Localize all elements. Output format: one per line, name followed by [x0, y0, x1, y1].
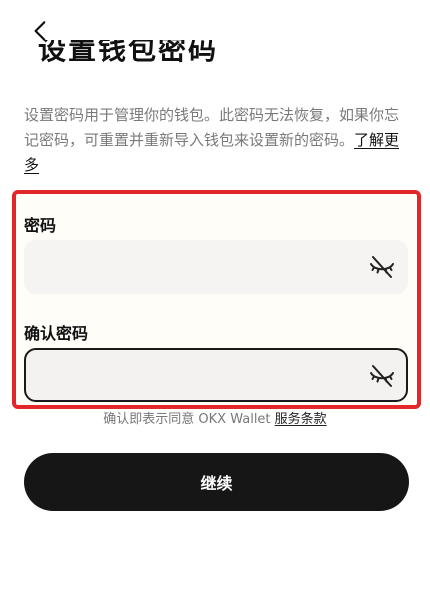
description-text: 设置密码用于管理你的钱包。此密码无法恢复，如果你忘记密码，可重置并重新导入钱包来…	[24, 106, 400, 149]
confirm-password-input[interactable]	[24, 348, 408, 402]
password-label: 密码	[24, 216, 57, 235]
confirm-password-label: 确认密码	[24, 324, 89, 343]
page-title: 设置钱包密码	[38, 40, 219, 66]
eye-off-icon	[370, 256, 394, 278]
description: 设置密码用于管理你的钱包。此密码无法恢复，如果你忘记密码，可重置并重新导入钱包来…	[24, 103, 409, 178]
password-input[interactable]	[24, 240, 408, 294]
confirm-password-visibility-toggle[interactable]	[368, 362, 396, 390]
terms-of-service-link[interactable]: 服务条款	[275, 412, 327, 427]
terms-prefix: 确认即表示同意 OKX Wallet	[103, 412, 275, 427]
page-title-container: 设置钱包密码	[0, 40, 430, 66]
password-visibility-toggle[interactable]	[368, 253, 396, 281]
continue-button[interactable]: 继续	[24, 453, 409, 511]
terms-text: 确认即表示同意 OKX Wallet 服务条款	[0, 408, 430, 427]
eye-off-icon	[370, 365, 394, 387]
